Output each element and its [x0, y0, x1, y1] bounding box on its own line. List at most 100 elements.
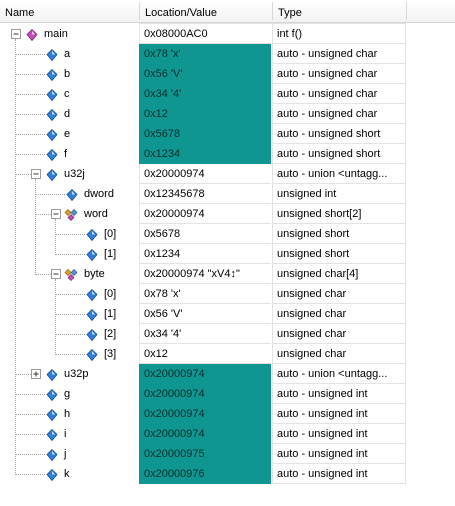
- expand-icon[interactable]: [31, 369, 41, 379]
- row-value[interactable]: 0x20000974: [139, 384, 271, 404]
- row-type: unsigned int: [272, 184, 406, 204]
- column-divider[interactable]: [406, 2, 407, 20]
- tree-row[interactable]: word 0x20000974 unsigned short[2]: [0, 204, 406, 224]
- tree-row[interactable]: c 0x34 '4' auto - unsigned char: [0, 84, 406, 104]
- collapse-icon[interactable]: [31, 169, 41, 179]
- row-type: unsigned char: [272, 344, 406, 364]
- row-type: auto - unsigned short: [272, 124, 406, 144]
- row-name-cell: h: [0, 404, 138, 424]
- tree-row[interactable]: e 0x5678 auto - unsigned short: [0, 124, 406, 144]
- function-icon: [26, 28, 38, 42]
- row-name: d: [64, 108, 71, 120]
- row-name-cell: a: [0, 44, 138, 64]
- tree-row[interactable]: u32p 0x20000974 auto - union <untagg...: [0, 364, 406, 384]
- tree-row[interactable]: [2] 0x34 '4' unsigned char: [0, 324, 406, 344]
- tree-row[interactable]: [0] 0x78 'x' unsigned char: [0, 284, 406, 304]
- variable-icon: [46, 388, 58, 402]
- collapse-icon[interactable]: [51, 269, 61, 279]
- variable-icon: [46, 428, 58, 442]
- row-value[interactable]: 0x56 'V': [139, 304, 271, 324]
- tree-row[interactable]: f 0x1234 auto - unsigned short: [0, 144, 406, 164]
- row-value[interactable]: 0x56 'V': [139, 64, 271, 84]
- row-name-cell: [3]: [0, 344, 138, 364]
- row-value[interactable]: 0x12345678: [139, 184, 271, 204]
- tree-row[interactable]: main 0x08000AC0 int f(): [0, 24, 406, 44]
- row-type: auto - unsigned char: [272, 104, 406, 124]
- tree-row[interactable]: [1] 0x56 'V' unsigned char: [0, 304, 406, 324]
- row-name: [1]: [104, 308, 117, 320]
- tree-row[interactable]: [3] 0x12 unsigned char: [0, 344, 406, 364]
- row-name-cell: [2]: [0, 324, 138, 344]
- row-value[interactable]: 0x20000976: [139, 464, 271, 484]
- row-value[interactable]: 0x20000974: [139, 204, 271, 224]
- tree-row[interactable]: j 0x20000975 auto - unsigned int: [0, 444, 406, 464]
- row-name-cell: [1]: [0, 304, 138, 324]
- tree-row[interactable]: d 0x12 auto - unsigned char: [0, 104, 406, 124]
- row-type: auto - union <untagg...: [272, 364, 406, 384]
- variable-icon: [46, 368, 58, 382]
- variable-icon: [46, 68, 58, 82]
- tree-row[interactable]: i 0x20000974 auto - unsigned int: [0, 424, 406, 444]
- row-value[interactable]: 0x20000975: [139, 444, 271, 464]
- tree-row[interactable]: g 0x20000974 auto - unsigned int: [0, 384, 406, 404]
- row-value[interactable]: 0x1234: [139, 144, 271, 164]
- tree-row[interactable]: b 0x56 'V' auto - unsigned char: [0, 64, 406, 84]
- row-type: auto - unsigned char: [272, 64, 406, 84]
- row-value[interactable]: 0x78 'x': [139, 44, 271, 64]
- row-name-cell: b: [0, 64, 138, 84]
- row-type: int f(): [272, 24, 406, 44]
- row-type: auto - unsigned int: [272, 424, 406, 444]
- row-name-cell: d: [0, 104, 138, 124]
- row-name: u32p: [64, 368, 89, 380]
- row-type: auto - unsigned int: [272, 444, 406, 464]
- tree-row[interactable]: a 0x78 'x' auto - unsigned char: [0, 44, 406, 64]
- column-header-value[interactable]: Location/Value: [140, 0, 272, 22]
- tree-row[interactable]: dword 0x12345678 unsigned int: [0, 184, 406, 204]
- tree-row[interactable]: k 0x20000976 auto - unsigned int: [0, 464, 406, 484]
- row-name: b: [64, 68, 71, 80]
- row-type: auto - unsigned char: [272, 44, 406, 64]
- row-value[interactable]: 0x12: [139, 344, 271, 364]
- row-name-cell: u32p: [0, 364, 138, 384]
- tree-row[interactable]: byte 0x20000974 "xV4↕" unsigned char[4]: [0, 264, 406, 284]
- row-value[interactable]: 0x20000974: [139, 404, 271, 424]
- column-header: Name Location/Value Type: [0, 0, 455, 23]
- row-name: e: [64, 128, 71, 140]
- row-value[interactable]: 0x5678: [139, 224, 271, 244]
- tree-row[interactable]: [0] 0x5678 unsigned short: [0, 224, 406, 244]
- row-name: u32j: [64, 168, 85, 180]
- row-name: g: [64, 388, 71, 400]
- tree-row[interactable]: [1] 0x1234 unsigned short: [0, 244, 406, 264]
- row-name: byte: [84, 268, 105, 280]
- row-value[interactable]: 0x78 'x': [139, 284, 271, 304]
- row-name: dword: [84, 188, 114, 200]
- tree-row[interactable]: h 0x20000974 auto - unsigned int: [0, 404, 406, 424]
- tree-row[interactable]: u32j 0x20000974 auto - union <untagg...: [0, 164, 406, 184]
- row-type: auto - unsigned int: [272, 404, 406, 424]
- column-header-type[interactable]: Type: [273, 0, 406, 22]
- variable-icon: [46, 88, 58, 102]
- row-value[interactable]: 0x20000974: [139, 364, 271, 384]
- collapse-icon[interactable]: [11, 29, 21, 39]
- row-name-cell: e: [0, 124, 138, 144]
- row-value[interactable]: 0x20000974: [139, 424, 271, 444]
- row-value[interactable]: 0x20000974 "xV4↕": [139, 264, 271, 284]
- variable-icon: [86, 228, 98, 242]
- row-name-cell: [0]: [0, 284, 138, 304]
- array-icon: [64, 208, 78, 221]
- row-type: unsigned char: [272, 304, 406, 324]
- row-value[interactable]: 0x08000AC0: [139, 24, 271, 44]
- row-value[interactable]: 0x1234: [139, 244, 271, 264]
- row-value[interactable]: 0x12: [139, 104, 271, 124]
- row-value[interactable]: 0x34 '4': [139, 324, 271, 344]
- variable-icon: [46, 168, 58, 182]
- collapse-icon[interactable]: [51, 209, 61, 219]
- row-type: auto - unsigned char: [272, 84, 406, 104]
- row-value[interactable]: 0x20000974: [139, 164, 271, 184]
- row-name: a: [64, 48, 71, 60]
- row-value[interactable]: 0x34 '4': [139, 84, 271, 104]
- variable-icon: [46, 408, 58, 422]
- variable-icon: [46, 448, 58, 462]
- column-header-name[interactable]: Name: [0, 0, 139, 22]
- row-value[interactable]: 0x5678: [139, 124, 271, 144]
